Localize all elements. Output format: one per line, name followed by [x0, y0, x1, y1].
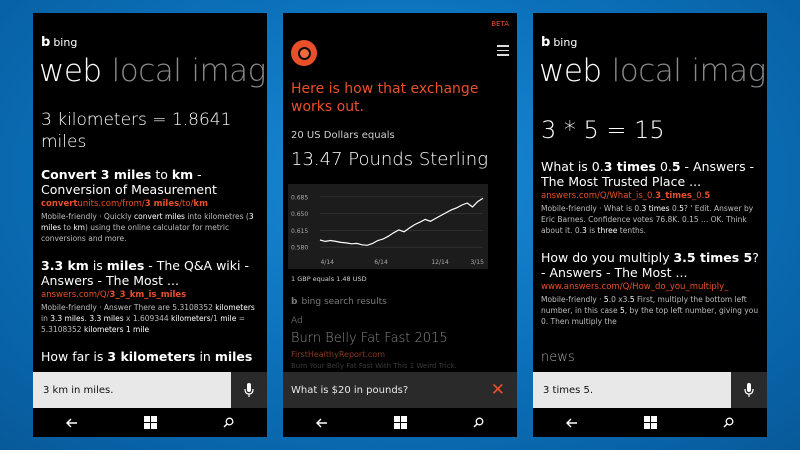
- result-url[interactable]: www.answers.com/Q/How_do_you_multiply_: [541, 282, 763, 292]
- results-pane: 3 kilometers = 1.8641 miles Convert 3 mi…: [41, 109, 263, 373]
- bing-b-icon: b: [541, 35, 551, 50]
- y-tick-label: 0.650: [291, 211, 308, 218]
- search-nav-button[interactable]: [713, 413, 743, 433]
- phone-cortana-exchange: BETA Here is how that exchange works out…: [283, 13, 517, 437]
- result-url[interactable]: convertunits.com/from/3 miles/to/km: [41, 199, 263, 209]
- microphone-button[interactable]: [731, 372, 767, 408]
- search-result[interactable]: Convert 3 miles to km - Conversion of Me…: [41, 167, 263, 244]
- conversion-subline: 20 US Dollars equals: [291, 130, 395, 141]
- result-snippet: Mobile-friendly · 5.0 x3.5 First, multip…: [541, 295, 759, 326]
- pivot-header: web localimage: [39, 53, 267, 89]
- start-button[interactable]: [635, 413, 665, 433]
- windows-logo-icon: [643, 416, 657, 429]
- ad-title[interactable]: Burn Belly Fat Fast 2015: [291, 331, 448, 346]
- ad-label: Ad: [291, 316, 303, 326]
- search-icon: [723, 417, 733, 428]
- result-url[interactable]: answers.com/Q/What_is_0.3_times_0.5: [541, 191, 763, 201]
- search-result[interactable]: 3.3 km is miles - The Q&A wiki - Answers…: [41, 258, 263, 335]
- windows-logo-icon: [143, 416, 157, 429]
- pivot-local[interactable]: local: [112, 53, 182, 89]
- nav-bar: [33, 408, 267, 437]
- y-tick-label: 0.685: [291, 194, 308, 201]
- pivot-header: web localimage: [539, 53, 767, 89]
- search-result[interactable]: What is 0.3 times 0.5 - Answers - The Mo…: [541, 159, 763, 236]
- windows-logo-icon: [393, 416, 407, 429]
- hamburger-menu-icon[interactable]: [497, 45, 509, 56]
- phone-bing-conversion: b bing web localimage 3 kilometers = 1.86…: [33, 13, 267, 437]
- x-tick-label: 3/15: [470, 259, 484, 266]
- y-tick-label: 0.615: [291, 228, 308, 235]
- bing-wordmark: bing: [53, 36, 78, 49]
- bing-b-icon: b: [41, 35, 51, 50]
- beta-label: BETA: [491, 20, 509, 28]
- back-button[interactable]: [307, 413, 337, 433]
- close-icon[interactable]: ✕: [491, 381, 505, 399]
- start-button[interactable]: [385, 413, 415, 433]
- ad-url[interactable]: FirstHealthyReport.com: [291, 350, 385, 359]
- y-tick-label: 0.580: [291, 245, 308, 252]
- search-bar: 3 km in miles.: [33, 372, 267, 408]
- result-url[interactable]: answers.com/Q/3_3_km_is_miles: [41, 290, 263, 300]
- cortana-icon[interactable]: [291, 40, 317, 66]
- instant-answer: 3 * 5 = 15: [541, 116, 665, 144]
- ad-snippet: Burn Your Belly Fat Fast With This 1 Wei…: [291, 362, 457, 370]
- search-result[interactable]: How far is 3 kilometers in miles: [41, 349, 263, 364]
- search-input[interactable]: 3 times 5.: [533, 372, 731, 408]
- x-tick-label: 12/14: [431, 259, 448, 266]
- search-input[interactable]: 3 km in miles.: [33, 372, 231, 408]
- result-title[interactable]: How do you multiply 3.5 times 5? - Answe…: [541, 250, 763, 280]
- back-button[interactable]: [57, 413, 87, 433]
- back-button[interactable]: [557, 413, 587, 433]
- result-snippet: Mobile-friendly · Answer There are 5.310…: [41, 303, 255, 334]
- phone-bing-math: b bing web localimage 3 * 5 = 15 What is …: [533, 13, 767, 437]
- search-icon: [223, 417, 233, 428]
- bing-search-results-label: b bing search results: [291, 297, 387, 307]
- instant-answer: 3 kilometers = 1.8641 miles: [41, 110, 232, 152]
- exchange-rate-chart: 0.580 0.615 0.650 0.685 4/14 6/14 12/14 3/15: [288, 184, 488, 269]
- back-arrow-icon: [66, 418, 77, 427]
- cortana-query[interactable]: What is $20 in pounds?: [291, 385, 408, 396]
- microphone-icon: [744, 382, 754, 397]
- pivot-web[interactable]: web: [39, 53, 102, 89]
- x-tick-label: 4/14: [321, 259, 335, 266]
- result-title[interactable]: 3.3 km is miles - The Q&A wiki - Answers…: [41, 258, 263, 288]
- results-list: What is 0.3 times 0.5 - Answers - The Mo…: [541, 159, 763, 327]
- result-title[interactable]: Convert 3 miles to km - Conversion of Me…: [41, 167, 263, 197]
- conversion-result: 13.47 Pounds Sterling: [291, 149, 488, 170]
- search-result[interactable]: How do you multiply 3.5 times 5? - Answe…: [541, 250, 763, 327]
- bing-logo: b bing: [41, 35, 77, 50]
- nav-bar: [283, 408, 517, 437]
- search-nav-button[interactable]: [463, 413, 493, 433]
- back-arrow-icon: [316, 418, 327, 427]
- microphone-icon: [244, 382, 254, 397]
- cortana-search-bar: What is $20 in pounds? ✕: [283, 372, 517, 408]
- result-title[interactable]: What is 0.3 times 0.5 - Answers - The Mo…: [541, 159, 763, 189]
- result-snippet: Mobile-friendly · What is 0.3 times 0.5?…: [541, 204, 754, 235]
- microphone-button[interactable]: [231, 372, 267, 408]
- news-section-header[interactable]: news: [541, 350, 575, 365]
- result-snippet: Mobile-friendly · Quickly convert miles …: [41, 212, 254, 243]
- result-title[interactable]: How far is 3 kilometers in miles: [41, 349, 263, 364]
- bing-logo: b bing: [541, 35, 577, 50]
- search-icon: [473, 417, 483, 428]
- pivot-image[interactable]: image: [191, 53, 267, 89]
- pivot-image[interactable]: image: [691, 53, 767, 89]
- results-list: Convert 3 miles to km - Conversion of Me…: [41, 167, 263, 364]
- bing-b-icon: b: [291, 297, 298, 307]
- x-tick-label: 6/14: [374, 259, 388, 266]
- search-nav-button[interactable]: [213, 413, 243, 433]
- pivot-web[interactable]: web: [539, 53, 602, 89]
- series-line: [319, 197, 484, 246]
- search-bar: 3 times 5.: [533, 372, 767, 408]
- nav-bar: [533, 408, 767, 437]
- bing-wordmark: bing: [553, 36, 578, 49]
- results-pane: 3 * 5 = 15 What is 0.3 times 0.5 - Answe…: [541, 109, 763, 337]
- cortana-message: Here is how that exchange works out.: [291, 81, 479, 115]
- chart-svg: 0.580 0.615 0.650 0.685 4/14 6/14 12/14 3/15: [291, 194, 484, 266]
- back-arrow-icon: [566, 418, 577, 427]
- bing-search-results-text: bing search results: [301, 297, 387, 307]
- rate-note: 1 GBP equals 1.48 USD: [291, 275, 367, 283]
- start-button[interactable]: [135, 413, 165, 433]
- pivot-local[interactable]: local: [612, 53, 682, 89]
